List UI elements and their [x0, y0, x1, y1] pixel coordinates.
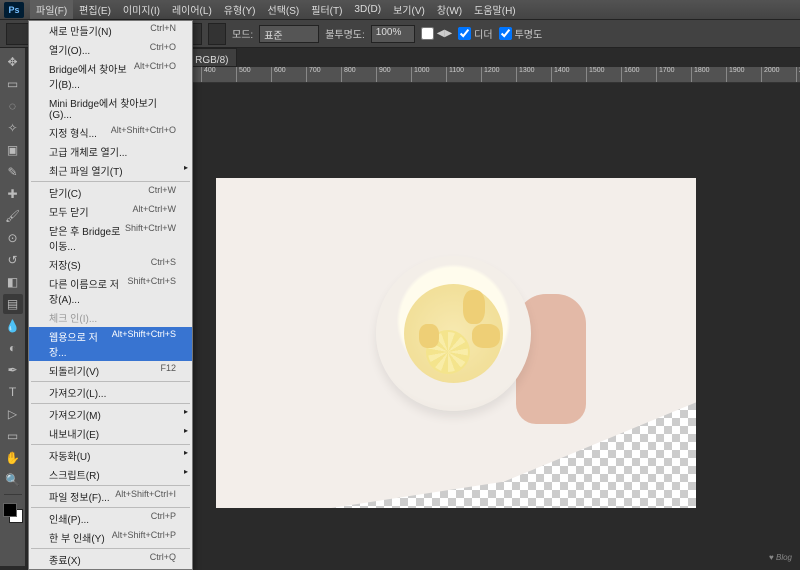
history-brush-tool[interactable]: ↺	[3, 250, 23, 270]
menu-select[interactable]: 선택(S)	[262, 0, 306, 19]
opacity-field[interactable]: 100%	[371, 25, 415, 43]
menu-layer[interactable]: 레이어(L)	[166, 0, 218, 19]
menu-bar: Ps 파일(F) 편집(E) 이미지(I) 레이어(L) 유형(Y) 선택(S)…	[0, 0, 800, 20]
tool-panel: ✥ ▭ ◌ ✧ ▣ ✎ ✚ 🖌 ⊙ ↺ ◧ ▤ 💧 ◐ ✒ T ▷ ▭ ✋ 🔍	[0, 48, 26, 566]
menu-item[interactable]: 가져오기(L)...	[29, 383, 192, 402]
opacity-label: 불투명도:	[325, 26, 365, 41]
app-logo: Ps	[4, 2, 24, 18]
menu-item[interactable]: 최근 파일 열기(T)	[29, 161, 192, 180]
menu-item[interactable]: 인쇄(P)...Ctrl+P	[29, 509, 192, 528]
blur-tool[interactable]: 💧	[3, 316, 23, 336]
menu-item[interactable]: 한 부 인쇄(Y)Alt+Shift+Ctrl+P	[29, 528, 192, 547]
mode-select[interactable]: 표준	[259, 25, 319, 43]
menu-item[interactable]: 내보내기(E)	[29, 424, 192, 443]
menu-item[interactable]: 가져오기(M)	[29, 405, 192, 424]
heal-tool[interactable]: ✚	[3, 184, 23, 204]
menu-item[interactable]: Mini Bridge에서 찾아보기(G)...	[29, 93, 192, 123]
menu-item[interactable]: 웹용으로 저장...Alt+Shift+Ctrl+S	[29, 327, 192, 361]
menu-3d[interactable]: 3D(D)	[348, 2, 387, 17]
dither-checkbox[interactable]: 디더	[458, 26, 492, 41]
gradient-diamond-icon[interactable]	[208, 23, 226, 45]
menu-item: 체크 인(I)...	[29, 308, 192, 327]
menu-item[interactable]: 다른 이름으로 저장(A)...Shift+Ctrl+S	[29, 274, 192, 308]
menu-help[interactable]: 도움말(H)	[468, 0, 521, 19]
move-tool[interactable]: ✥	[3, 52, 23, 72]
tool-preset[interactable]	[6, 23, 30, 45]
eyedropper-tool[interactable]: ✎	[3, 162, 23, 182]
transparency-checkbox[interactable]: 투명도	[499, 26, 543, 41]
menu-window[interactable]: 창(W)	[431, 0, 468, 19]
photo-ginger	[463, 290, 485, 324]
brush-tool[interactable]: 🖌	[3, 206, 23, 226]
stamp-tool[interactable]: ⊙	[3, 228, 23, 248]
gradient-tool[interactable]: ▤	[3, 294, 23, 314]
photo-ginger	[419, 324, 439, 348]
shape-tool[interactable]: ▭	[3, 426, 23, 446]
image-layer	[216, 178, 696, 508]
menu-item[interactable]: Bridge에서 찾아보기(B)...Alt+Ctrl+O	[29, 59, 192, 93]
wand-tool[interactable]: ✧	[3, 118, 23, 138]
menu-image[interactable]: 이미지(I)	[117, 0, 166, 19]
path-tool[interactable]: ▷	[3, 404, 23, 424]
menu-item[interactable]: 저장(S)Ctrl+S	[29, 255, 192, 274]
mode-label: 모드:	[232, 26, 253, 41]
menu-item[interactable]: 자동화(U)	[29, 446, 192, 465]
canvas[interactable]	[216, 178, 696, 508]
menu-item[interactable]: 스크립트(R)	[29, 465, 192, 484]
reverse-checkbox[interactable]: ◀▶	[421, 27, 452, 40]
photo-ginger	[472, 324, 500, 348]
crop-tool[interactable]: ▣	[3, 140, 23, 160]
menu-item[interactable]: 되돌리기(V)F12	[29, 361, 192, 380]
photo-bowl	[376, 256, 531, 411]
zoom-tool[interactable]: 🔍	[3, 470, 23, 490]
menu-item[interactable]: 새로 만들기(N)Ctrl+N	[29, 21, 192, 40]
menu-item[interactable]: 닫은 후 Bridge로 이동...Shift+Ctrl+W	[29, 221, 192, 255]
pen-tool[interactable]: ✒	[3, 360, 23, 380]
menu-view[interactable]: 보기(V)	[387, 0, 431, 19]
dodge-tool[interactable]: ◐	[3, 338, 23, 358]
watermark: ♥ Blog	[769, 553, 792, 562]
menu-item[interactable]: 열기(O)...Ctrl+O	[29, 40, 192, 59]
menu-item[interactable]: 지정 형식...Alt+Shift+Ctrl+O	[29, 123, 192, 142]
fg-color-icon	[3, 503, 17, 517]
menu-file[interactable]: 파일(F)	[30, 0, 73, 19]
menu-item[interactable]: 닫기(C)Ctrl+W	[29, 183, 192, 202]
marquee-tool[interactable]: ▭	[3, 74, 23, 94]
eraser-tool[interactable]: ◧	[3, 272, 23, 292]
menu-type[interactable]: 유형(Y)	[218, 0, 262, 19]
file-menu-dropdown: 새로 만들기(N)Ctrl+N열기(O)...Ctrl+OBridge에서 찾아…	[28, 20, 193, 570]
menu-item[interactable]: 고급 개체로 열기...	[29, 142, 192, 161]
lasso-tool[interactable]: ◌	[3, 96, 23, 116]
menu-filter[interactable]: 필터(T)	[305, 0, 348, 19]
menu-item[interactable]: 파일 정보(F)...Alt+Shift+Ctrl+I	[29, 487, 192, 506]
type-tool[interactable]: T	[3, 382, 23, 402]
menu-item[interactable]: 모두 닫기Alt+Ctrl+W	[29, 202, 192, 221]
color-swatches[interactable]	[3, 503, 23, 523]
menu-edit[interactable]: 편집(E)	[73, 0, 117, 19]
menu-item[interactable]: 종료(X)Ctrl+Q	[29, 550, 192, 569]
hand-tool[interactable]: ✋	[3, 448, 23, 468]
